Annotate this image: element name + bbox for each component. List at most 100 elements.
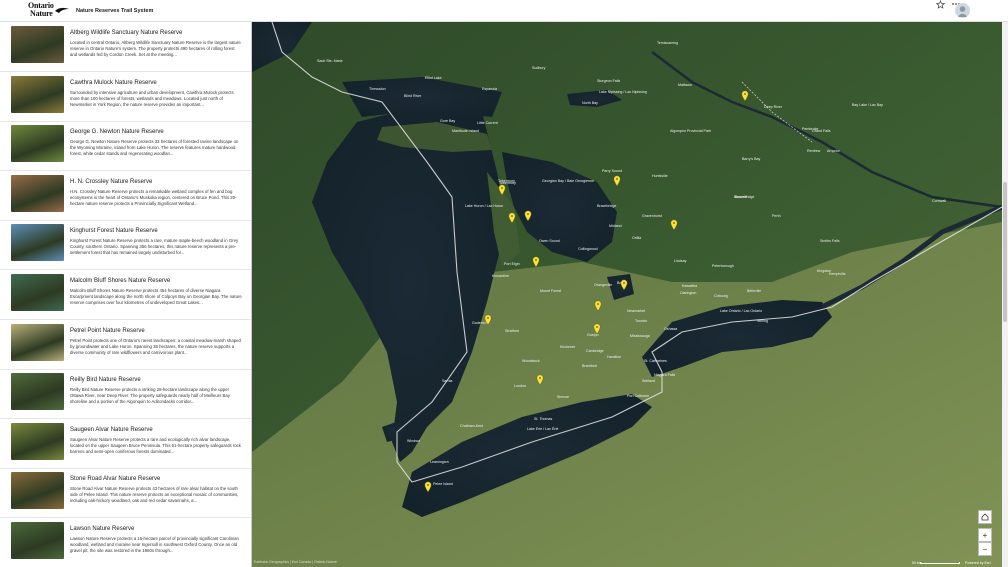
map-place-label: Lindsay [674, 259, 687, 263]
map-place-label: Sudbury [532, 66, 546, 70]
reserve-thumbnail[interactable] [11, 274, 64, 311]
map-view[interactable]: Sault Ste. Marie Sudbury Elliot Lake Blind … [252, 22, 1002, 567]
reserve-title[interactable]: George G. Newton Nature Reserve [70, 129, 164, 135]
zoom-in-button[interactable]: + [978, 528, 992, 542]
map-place-label: Toronto [635, 319, 647, 323]
map-place-label: Belleville [747, 289, 761, 293]
reserve-card[interactable]: Altberg Wildlife Sanctuary Nature Reserv… [0, 22, 251, 72]
map-place-label: Orangeville [594, 283, 612, 287]
reserve-description: Located in central Ontario, Altberg Wild… [70, 40, 241, 57]
map-place-label: Kawartha [682, 284, 697, 288]
map-place-label: Woodstock [522, 359, 540, 363]
reserve-description: George G. Newton Nature Reserve protects… [70, 139, 239, 157]
reserve-card[interactable]: Lawson Nature Reserve Lawson Nature Reser… [0, 518, 251, 567]
map-place-label: Cambridge [586, 349, 604, 353]
map-place-label: St. Thomas [534, 417, 553, 421]
zoom-out-button[interactable]: − [978, 542, 992, 556]
reserve-title[interactable]: Malcolm Bluff Shores Nature Reserve [70, 278, 170, 284]
reserve-thumbnail[interactable] [11, 323, 64, 361]
reserve-thumbnail[interactable] [11, 373, 64, 411]
map-place-label: Lake Huron / Lac Huron [465, 204, 503, 208]
reserve-title[interactable]: Kinghurst Forest Nature Reserve [70, 228, 158, 234]
map-place-label: Parry Sound [602, 169, 622, 173]
map-place-label: Clarington [680, 291, 696, 295]
map-place-label: Gravenhurst [642, 214, 662, 218]
reserve-thumbnail[interactable] [11, 75, 64, 113]
reserve-title[interactable]: Lawson Nature Reserve [70, 526, 134, 532]
reserve-thumbnail[interactable] [11, 522, 64, 559]
reserve-thumbnail[interactable] [11, 422, 64, 460]
reserve-card[interactable]: Cawthra Mulock Nature Reserve Surrounded … [0, 72, 251, 122]
map-attribution[interactable]: Earthstar Geographics | Esri Canada | On… [254, 560, 337, 564]
home-icon[interactable] [978, 510, 992, 524]
map-place-label: Kemptville [829, 272, 846, 276]
ontario-nature-logo[interactable]: Ontario Nature [28, 1, 72, 20]
reserve-card[interactable]: Malcolm Bluff Shores Nature Reserve Malco… [0, 270, 251, 320]
reserve-title[interactable]: Stone Road Alvar Nature Reserve [70, 476, 160, 482]
reserve-thumbnail[interactable] [11, 174, 64, 212]
reserve-card[interactable]: Saugeen Alvar Nature Reserve Saugeen Alva… [0, 419, 251, 469]
map-place-label: Grand Falls [812, 129, 831, 133]
map-place-label: Kitchener [560, 345, 576, 349]
map-place-label: Mount Forest [540, 289, 561, 293]
map-scrollbar[interactable] [1002, 22, 1008, 567]
reserve-thumbnail[interactable] [11, 224, 64, 262]
reserve-title[interactable]: Saugeen Alvar Nature Reserve [70, 427, 153, 433]
reserve-thumbnail[interactable] [11, 472, 64, 510]
map-place-label: Bay Lake / Lac Bay [852, 103, 883, 107]
app-title: Nature Reserves Trail System [76, 7, 154, 14]
map-place-label: St. Catharines [644, 359, 667, 363]
reserve-description: Reilly Bird Nature Reserve protects a st… [70, 387, 230, 405]
map-place-label: Goderich [472, 321, 487, 325]
map-place-label: Espanola [482, 87, 497, 91]
map-place-label: Arnprior [827, 149, 841, 153]
reserve-card[interactable]: Stone Road Alvar Nature Reserve Stone Roa… [0, 468, 251, 519]
map-place-label: North Bay [582, 101, 598, 105]
user-avatar[interactable] [955, 3, 970, 18]
reserve-card[interactable]: George G. Newton Nature Reserve George G.… [0, 121, 251, 172]
map-place-label: London [514, 384, 526, 388]
reserve-description: Lawson Nature Reserve protects a 15-hect… [70, 536, 239, 553]
star-icon[interactable] [934, 0, 946, 10]
reserve-title[interactable]: Cawthra Mulock Nature Reserve [70, 80, 157, 86]
reserve-card[interactable]: Petrel Point Nature Reserve Petrel Point … [0, 320, 251, 370]
reserve-card[interactable]: Reilly Bird Nature Reserve Reilly Bird Na… [0, 369, 251, 420]
reserve-card[interactable]: Kinghurst Forest Nature Reserve Kinghurst… [0, 220, 251, 271]
map-place-label: Mattawa [678, 83, 692, 87]
reserve-description: Kinghurst Forest Nature Reserve protects… [70, 238, 239, 256]
satellite-map[interactable]: Sault Ste. Marie Sudbury Elliot Lake Blind … [252, 22, 1002, 567]
scrollbar-thumb[interactable] [1003, 182, 1007, 322]
reserve-title[interactable]: Reilly Bird Nature Reserve [70, 377, 141, 383]
map-place-label: Port Elgin [504, 262, 520, 266]
reserve-list[interactable]: Altberg Wildlife Sanctuary Nature Reserv… [0, 22, 252, 567]
map-place-label: Stirling [757, 319, 768, 323]
reserve-description: Saugeen Alvar Nature Reserve protects a … [70, 436, 241, 454]
map-place-label: Blind River [404, 94, 422, 98]
map-place-label: Lake Ontario / Lac Ontario [720, 309, 762, 313]
map-place-label: Algonquin Provincial Park [670, 129, 711, 133]
map-place-label: Gore Bay [440, 119, 455, 123]
reserve-card[interactable]: H. N. Crossley Nature Reserve H.N. Crossl… [0, 171, 251, 221]
reserve-thumbnail[interactable] [11, 125, 64, 163]
reserve-title[interactable]: Petrel Point Nature Reserve [70, 328, 145, 334]
powered-by[interactable]: Powered by Esri [965, 561, 990, 565]
map-place-label: Perth [772, 214, 781, 218]
map-place-label: Georgian Bay / Baie Georgienne [542, 179, 594, 183]
map-place-label: Kingston [817, 269, 831, 273]
map-place-label: Brantford [582, 364, 597, 368]
map-place-label: Smiths Falls [820, 239, 840, 243]
reserve-description: Stone Road Alvar Nature Reserve protects… [70, 486, 239, 504]
map-place-label: Lake Erie / Lac Érié [527, 426, 558, 431]
map-place-label: Deep River [764, 105, 783, 109]
reserve-title[interactable]: Altberg Wildlife Sanctuary Nature Reserv… [70, 30, 182, 36]
map-place-label: Tobermory [499, 181, 516, 185]
map-place-label: Mississauga [630, 334, 650, 338]
reserve-thumbnail[interactable] [11, 26, 64, 63]
map-place-label: Sturgeon Falls [597, 79, 620, 83]
map-place-label: Lake Nipissing / Lac Nipissing [599, 90, 647, 94]
map-place-label: Oshawa [664, 327, 677, 331]
map-place-label: Bracebridge [735, 195, 754, 199]
map-place-label: Pelee Island [433, 482, 453, 486]
map-place-label: Renfrew [807, 149, 821, 153]
reserve-title[interactable]: H. N. Crossley Nature Reserve [70, 179, 152, 185]
